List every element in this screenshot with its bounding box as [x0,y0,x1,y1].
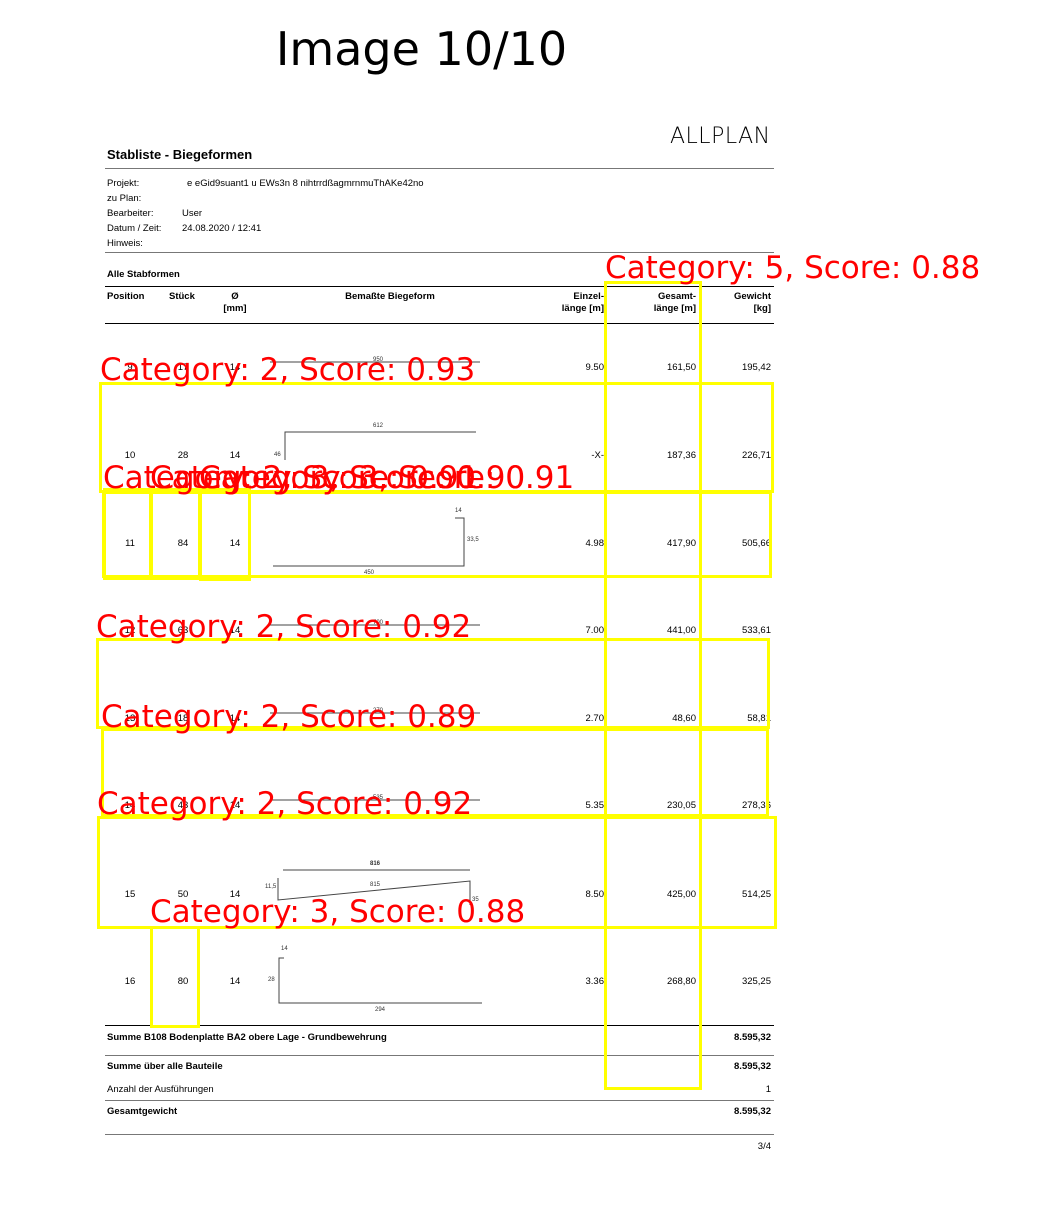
summary-label: Gesamtgewicht [107,1106,178,1117]
detection-label: Category: 2, Score: 0.93 [100,352,476,388]
detection-box [150,926,200,1028]
detection-label: Category: 2, Score: 0.89 [101,699,477,735]
detection-label: Category: 5, Score: 0.88 [605,250,981,286]
detection-label: Category: 3, Score: 0.91 [199,460,575,496]
detection-box [199,488,251,581]
summary-value: 1 [765,1084,771,1095]
summary-value: 8.595,32 [734,1061,771,1072]
divider [105,1134,774,1135]
summary-label: Anzahl der Ausführungen [107,1084,214,1095]
summary-label: Summe über alle Bauteile [107,1061,223,1072]
dim-label: 28 [268,977,275,983]
detection-label: Category: 3, Score: 0.88 [150,894,526,930]
detection-label: Category: 2, Score: 0.92 [96,609,472,645]
dim-label: 14 [281,946,288,952]
summary-value: 8.595,32 [734,1106,771,1117]
summary-value: 8.595,32 [734,1032,771,1043]
detection-box [150,488,201,580]
detection-label: Category: 2, Score: 0.92 [97,786,473,822]
bar-shape-bent [278,957,482,1004]
divider [105,1100,774,1101]
page-number: 3/4 [757,1141,771,1152]
dim-label: 294 [375,1007,386,1013]
detection-box [103,488,152,580]
summary-label: Summe B108 Bodenplatte BA2 obere Lage - … [107,1032,387,1043]
